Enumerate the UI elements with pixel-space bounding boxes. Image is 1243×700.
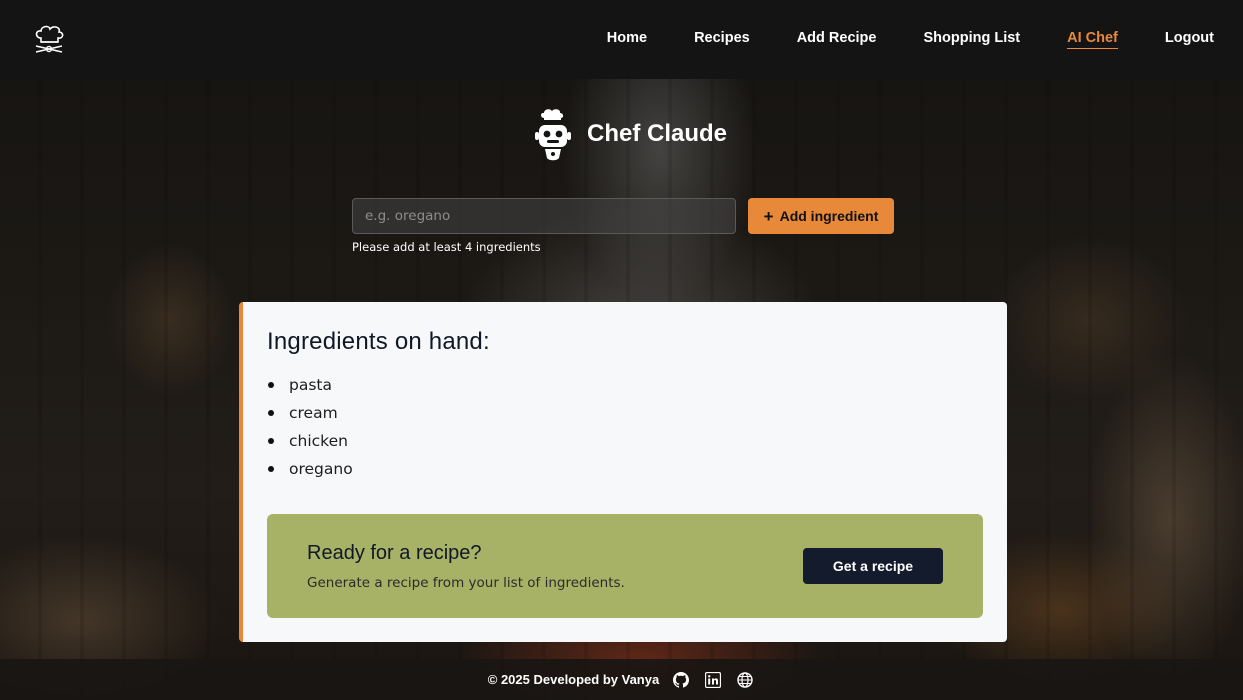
page-title: Chef Claude [587,120,728,147]
ingredient-name: oregano [289,460,353,478]
cta-subtitle: Generate a recipe from your list of ingr… [307,574,625,591]
add-ingredient-label: Add ingredient [779,208,879,224]
add-ingredient-form: + Add ingredient Please add at least 4 i… [352,198,894,254]
list-item: pasta [267,374,983,402]
get-recipe-panel: Ready for a recipe? Generate a recipe fr… [267,514,983,618]
plus-icon: + [763,206,774,226]
page-header: Chef Claude [529,106,727,162]
get-recipe-button[interactable]: Get a recipe [803,548,943,584]
list-item: oregano [267,458,983,486]
bullet-icon [268,438,274,444]
ingredient-list: pasta cream chicken oregano [267,374,983,486]
chef-hat-logo-icon[interactable] [32,23,66,57]
nav-shopping-list[interactable]: Shopping List [923,30,1020,49]
nav-home[interactable]: Home [607,30,647,49]
nav-add-recipe[interactable]: Add Recipe [797,30,877,49]
ingredients-heading: Ingredients on hand: [267,328,490,355]
linkedin-icon[interactable] [703,670,723,690]
add-ingredient-button[interactable]: + Add ingredient [748,198,894,234]
footer: © 2025 Developed by Vanya [0,659,1243,700]
list-item: chicken [267,430,983,458]
ingredient-name: chicken [289,432,348,450]
ingredient-name: pasta [289,376,332,394]
ingredient-name: cream [289,404,338,422]
robot-chef-icon [529,106,577,162]
footer-credit: © 2025 Developed by Vanya [487,672,660,687]
ingredients-card: Ingredients on hand: pasta cream chicken… [239,302,1007,642]
ingredient-input[interactable] [352,198,736,234]
cta-title: Ready for a recipe? [307,541,482,564]
nav-ai-chef[interactable]: AI Chef [1067,30,1118,49]
nav-logout[interactable]: Logout [1165,30,1214,49]
bullet-icon [268,466,274,472]
ingredient-hint: Please add at least 4 ingredients [352,240,541,254]
list-item: cream [267,402,983,430]
globe-icon[interactable] [735,670,755,690]
main-nav: Home Recipes Add Recipe Shopping List AI… [560,30,1214,49]
github-icon[interactable] [671,670,691,690]
bullet-icon [268,382,274,388]
bullet-icon [268,410,274,416]
nav-recipes[interactable]: Recipes [694,30,750,49]
top-navbar: Home Recipes Add Recipe Shopping List AI… [0,0,1243,79]
